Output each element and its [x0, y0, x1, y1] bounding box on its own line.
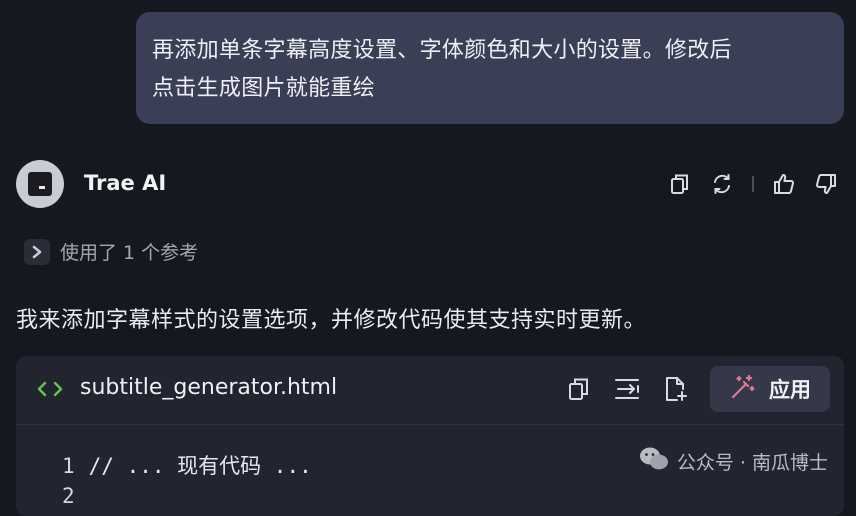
- code-text: // ... 现有代码 ...: [88, 454, 312, 478]
- assistant-header: Trae AI: [16, 160, 846, 210]
- copy-icon[interactable]: [668, 172, 692, 196]
- references-label: 使用了 1 个参考: [60, 242, 199, 264]
- assistant-reply-text: 我来添加字幕样式的设置选项，并修改代码使其支持实时更新。: [16, 308, 647, 333]
- line-number: 1: [62, 454, 75, 478]
- code-block-actions: 应用: [566, 366, 830, 412]
- divider: [752, 176, 754, 192]
- apply-button[interactable]: 应用: [710, 366, 830, 412]
- trae-logo-icon: [28, 172, 52, 196]
- magic-wand-icon: [729, 373, 757, 405]
- apply-label: 应用: [769, 378, 811, 402]
- user-message-bubble: 再添加单条字幕高度设置、字体颜色和大小的设置。修改后 点击生成图片就能重绘: [136, 12, 844, 124]
- user-message-line-2: 点击生成图片就能重绘: [152, 76, 376, 101]
- code-line: 1 // ... 现有代码 ...: [62, 450, 312, 480]
- references-toggle[interactable]: 使用了 1 个参考: [24, 238, 198, 265]
- code-icon: [36, 378, 64, 404]
- watermark-text: 公众号 · 南瓜博士: [676, 452, 828, 474]
- line-number: 2: [62, 484, 75, 508]
- regenerate-icon[interactable]: [710, 172, 734, 196]
- code-block: subtitle_generator.html 应用 1 // ... 现有代码…: [16, 356, 844, 516]
- watermark: 公众号 · 南瓜博士: [639, 446, 828, 477]
- user-message-line-1: 再添加单条字幕高度设置、字体颜色和大小的设置。修改后: [152, 38, 732, 63]
- chevron-right-icon: [24, 238, 50, 265]
- new-file-icon[interactable]: [662, 376, 688, 402]
- insert-icon[interactable]: [614, 376, 640, 402]
- code-block-header: subtitle_generator.html 应用: [16, 356, 844, 425]
- code-filename: subtitle_generator.html: [80, 375, 338, 400]
- message-actions: [668, 172, 838, 196]
- assistant-name: Trae AI: [84, 171, 167, 195]
- wechat-icon: [639, 446, 669, 477]
- avatar: [16, 160, 64, 208]
- thumbs-up-icon[interactable]: [772, 172, 796, 196]
- copy-code-icon[interactable]: [566, 376, 592, 402]
- thumbs-down-icon[interactable]: [814, 172, 838, 196]
